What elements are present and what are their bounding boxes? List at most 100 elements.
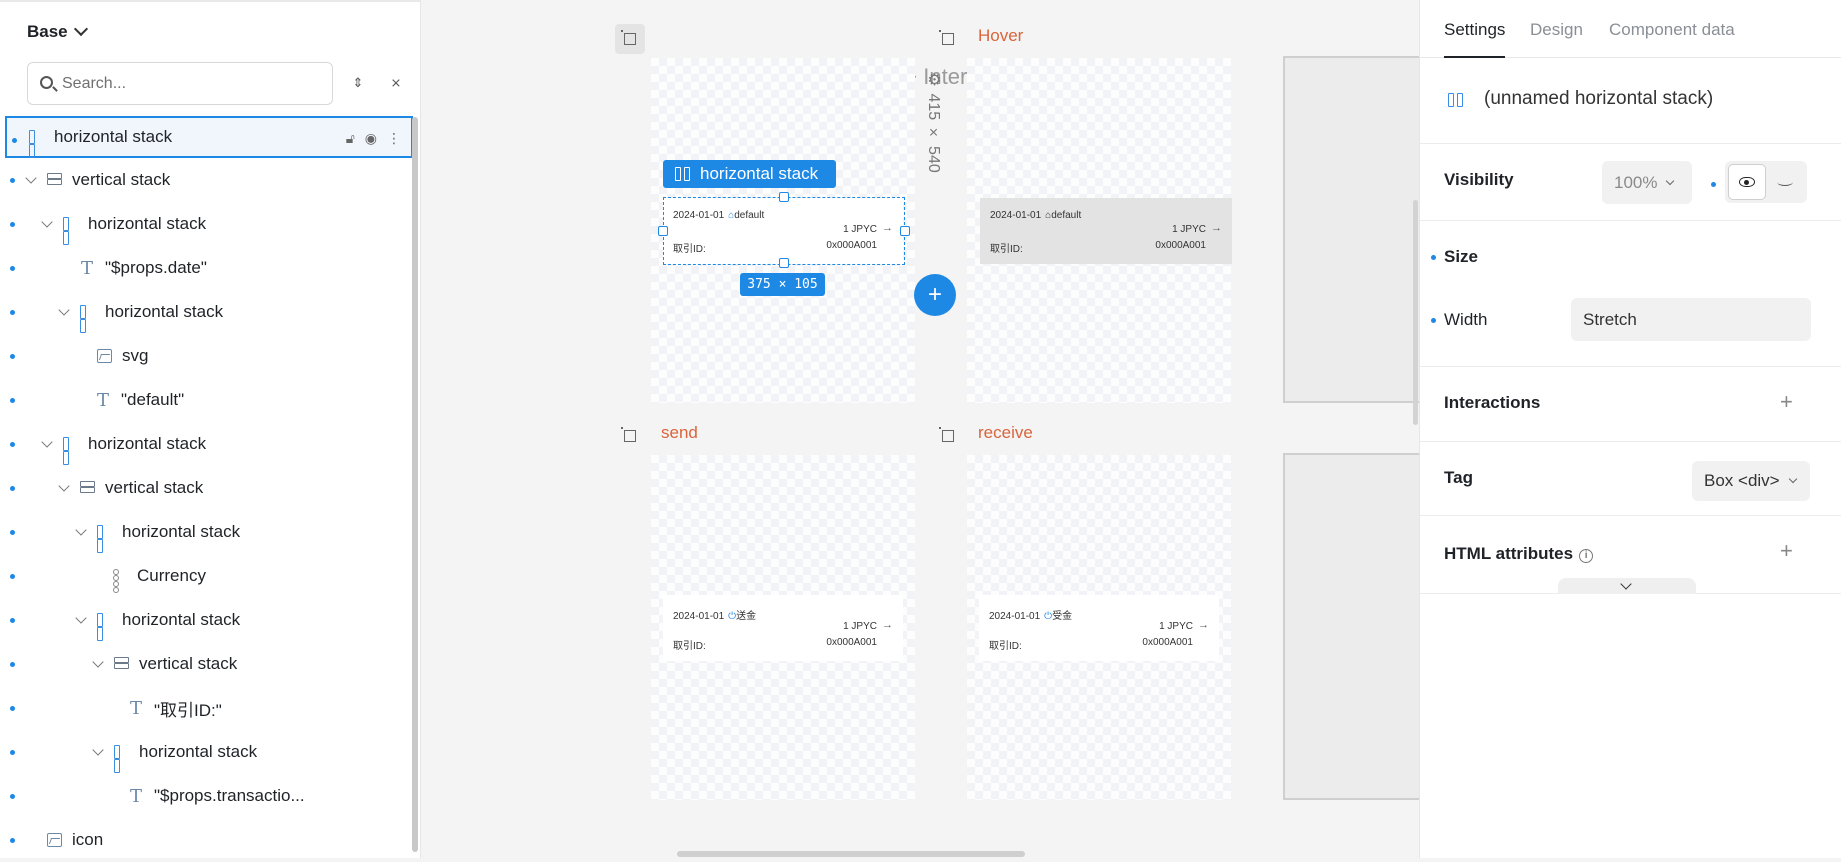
layer-label: horizontal stack [54,127,173,146]
arrow-right-icon: → [1211,222,1222,234]
base-label: Base [27,22,68,41]
card-tid-label: 取引ID: [989,641,1022,652]
layer-row[interactable]: horizontal stack [5,422,413,466]
layer-row[interactable]: horizontal stack [5,730,413,774]
chevron-down-icon[interactable] [41,435,53,448]
layer-row[interactable]: horizontal stack [5,598,413,642]
card-date: 2024-01-01 ⌂default [990,210,1081,221]
collapse-all-icon[interactable]: ⨯ [388,74,404,92]
frame-icon[interactable] [615,24,645,54]
layer-row[interactable]: horizontal stack [5,202,413,246]
layer-row[interactable]: icon [5,818,413,862]
chevron-down-icon[interactable] [92,655,104,668]
info-icon[interactable]: i [1579,549,1594,563]
layer-row[interactable]: Currency [5,554,413,598]
transaction-card-hover[interactable]: 2024-01-01 ⌂default 1 JPYC → 取引ID: 0x000A… [980,198,1232,264]
add-interaction-icon[interactable]: + [1780,389,1793,415]
gear-icon[interactable]: ⚙ [925,70,942,89]
layer-row[interactable]: T "default" [5,378,413,422]
image-icon [97,349,112,363]
resize-handle-right[interactable] [900,226,910,236]
date-text: 2024-01-01 [990,210,1042,221]
chevron-down-icon[interactable] [25,171,37,184]
size-section: Size Width Stretch [1420,221,1841,367]
transaction-card-send[interactable]: 2024-01-01 ⏻送金 1 JPYC → 取引ID: 0x000A001 [663,595,903,661]
horizontal-stack-icon [63,437,78,465]
layer-row[interactable]: T "$props.transactio... [5,774,413,818]
chevron-down-icon [73,21,88,37]
layer-dot [10,310,15,315]
layer-dot [10,662,15,667]
layer-dot [10,838,15,843]
layer-row[interactable]: horizontal stack [5,290,413,334]
chevron-down-icon[interactable] [58,479,70,492]
layer-row-selected[interactable]: horizontal stack 🔓︎ ◉ ⋮ [5,116,413,158]
more-icon[interactable]: ⋮ [387,130,401,147]
eye-icon[interactable]: ◉ [365,130,377,147]
search-input[interactable] [62,74,312,93]
chevron-down-icon[interactable] [75,523,87,536]
frame-partial-1[interactable] [1283,56,1419,403]
width-select[interactable]: Stretch [1571,298,1811,341]
visible-button[interactable] [1728,164,1766,200]
layer-row[interactable]: T "$props.date" [5,246,413,290]
horizontal-stack-icon [675,167,690,181]
frame-icon[interactable] [933,421,963,451]
canvas-horizontal-scrollbar[interactable] [677,851,1025,857]
layer-row[interactable]: vertical stack [5,642,413,686]
card-date: 2024-01-01 ⏻受金 [989,607,1072,622]
canvas-vertical-scrollbar[interactable] [1413,200,1418,425]
lock-icon[interactable]: 🔓︎ [346,130,355,147]
layer-label: "default" [121,390,185,409]
layer-label: horizontal stack [139,742,258,761]
arrow-right-icon: → [882,619,893,631]
expand-collapse-icon[interactable]: ⇕ [350,74,366,92]
layer-row[interactable]: svg [5,334,413,378]
resize-handle-top[interactable] [779,192,789,202]
horizontal-stack-icon [29,130,44,158]
component-icon [113,569,127,593]
opacity-select[interactable]: 100% [1602,161,1692,204]
tab-component-data[interactable]: Component data [1609,20,1735,40]
base-variant-dropdown[interactable]: Base [27,21,88,42]
frame-partial-2[interactable] [1283,453,1419,800]
add-element-button[interactable]: + [914,274,956,316]
transaction-card-receive[interactable]: 2024-01-01 ⏻受金 1 JPYC → 取引ID: 0x000A001 [979,595,1219,661]
layer-row[interactable]: T "取引ID:" [5,686,413,730]
selection-outline[interactable] [663,197,905,265]
layer-row[interactable]: horizontal stack [5,510,413,554]
frame-receive[interactable]: 2024-01-01 ⏻受金 1 JPYC → 取引ID: 0x000A001 [967,455,1231,800]
card-amount: 1 JPYC [1172,224,1206,235]
receive-icon: ⏻ [1044,611,1053,622]
hidden-button[interactable] [1766,164,1804,200]
layer-label: horizontal stack [122,522,241,541]
horizontal-stack-icon [97,613,112,641]
frame-icon[interactable] [615,421,645,451]
state-label-receive: receive [978,423,1033,442]
chevron-down-icon[interactable] [75,611,87,624]
frame-hover[interactable]: 2024-01-01 ⌂default 1 JPYC → 取引ID: 0x000A… [967,58,1232,403]
text-icon: T [97,389,110,411]
layer-search[interactable] [27,62,333,105]
frame-icon[interactable] [933,24,963,54]
set-indicator-dot [1431,318,1436,323]
layers-scrollbar[interactable] [412,117,418,852]
resize-handle-bottom[interactable] [779,258,789,268]
frame-send[interactable]: 2024-01-01 ⏻送金 1 JPYC → 取引ID: 0x000A001 [651,455,915,800]
add-attribute-icon[interactable]: + [1780,538,1793,564]
chevron-down-icon[interactable] [41,215,53,228]
chevron-down-icon[interactable] [58,303,70,316]
tab-design[interactable]: Design [1530,20,1583,40]
tag-select[interactable]: Box <div> [1692,461,1810,501]
resize-handle-left[interactable] [658,226,668,236]
layer-label: vertical stack [139,654,238,673]
horizontal-stack-icon [80,305,95,333]
frame-size-label: ⚙ 415 × 540 [924,70,943,173]
tab-settings[interactable]: Settings [1444,20,1506,58]
layer-row[interactable]: vertical stack [5,466,413,510]
element-name[interactable]: (unnamed horizontal stack) [1484,88,1713,110]
layer-row[interactable]: vertical stack [5,158,413,202]
chevron-down-icon[interactable] [92,743,104,756]
chevron-down-icon[interactable] [1558,578,1696,594]
design-canvas[interactable]: Base + Interactions status Hover send re… [422,0,1419,858]
